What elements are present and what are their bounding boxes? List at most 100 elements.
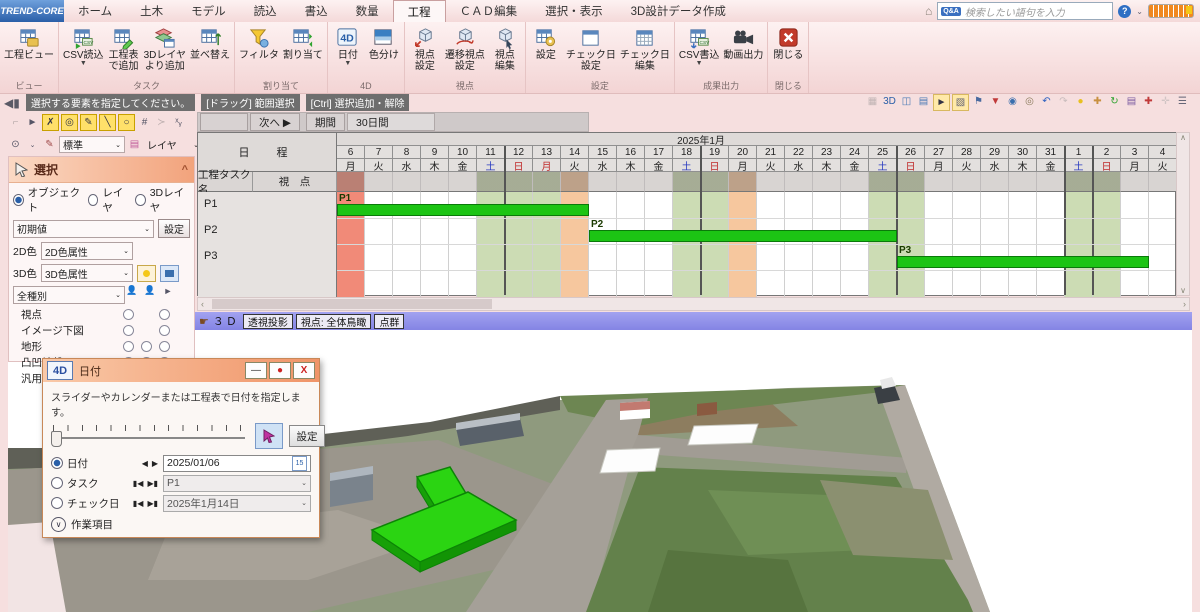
radio-3Dレイヤ[interactable] <box>135 194 146 206</box>
layer-select[interactable]: レイヤ⌄ <box>144 137 202 152</box>
grid-snap-icon[interactable]: # <box>137 115 152 130</box>
step-back-icon[interactable]: ⌐ <box>8 115 23 130</box>
3d-view-icon[interactable]: 3D <box>882 94 897 109</box>
clock-icon[interactable]: ⊙ <box>8 137 23 152</box>
toggle-dot[interactable] <box>159 325 170 336</box>
lightbulb-toggle-icon[interactable] <box>137 265 156 282</box>
redo-icon[interactable]: ↷ <box>1056 94 1071 109</box>
search-box[interactable]: Q&A 検索したい語句を入力 <box>937 2 1113 20</box>
gantt-bar-P3[interactable] <box>897 256 1149 268</box>
gantt-bar-P1[interactable] <box>337 204 589 216</box>
pick-arrow-icon[interactable]: ► <box>25 115 40 130</box>
dropdown-arrow-icon[interactable]: ▼ <box>344 61 351 67</box>
tab-3D設計データ作成[interactable]: 3D設計データ作成 <box>617 0 740 22</box>
flag-icon[interactable]: ⚑ <box>971 94 986 109</box>
selection-panel-header[interactable]: 選択 ^ <box>9 157 194 183</box>
ribbon-button-閉じる[interactable]: 閉じる <box>770 23 806 62</box>
type-filter-select[interactable]: 全種別⌄ <box>13 286 125 304</box>
view-badge-視点: 全体鳥瞰[interactable]: 視点: 全体鳥瞰 <box>296 314 372 329</box>
dropdown-arrow-icon[interactable]: ▼ <box>696 61 703 67</box>
dropdown-arrow-icon[interactable]: ▼ <box>80 61 87 67</box>
refresh-icon[interactable]: ↻ <box>1107 94 1122 109</box>
checkdate-radio[interactable] <box>51 497 63 509</box>
tab-読込[interactable]: 読込 <box>240 0 291 22</box>
clock-dropdown-icon[interactable]: ⌄ <box>25 137 40 152</box>
select-zoom-icon[interactable]: ◎ <box>61 114 78 131</box>
view-badge-透視投影[interactable]: 透視投影 <box>243 314 293 329</box>
ribbon-button-チェック日編集[interactable]: チェック日 編集 <box>618 23 672 73</box>
close-icon[interactable]: X <box>293 362 315 379</box>
undo-icon[interactable]: ↶ <box>1039 94 1054 109</box>
task-radio[interactable] <box>51 477 63 489</box>
work-items-expander[interactable]: ∨ 作業項目 <box>43 513 319 536</box>
scroll-thumb[interactable] <box>212 299 492 309</box>
camera-icon[interactable]: ◉ <box>1005 94 1020 109</box>
tab-ホーム[interactable]: ホーム <box>64 0 126 22</box>
polyline-icon[interactable]: ≻ <box>154 115 169 130</box>
pan-icon[interactable]: ✛ <box>1158 94 1173 109</box>
help-dropdown-icon[interactable]: ⌄ <box>1136 7 1143 16</box>
tab-選択・表示[interactable]: 選択・表示 <box>531 0 617 22</box>
ribbon-button-割り当て[interactable]: 割り当て <box>281 23 325 62</box>
preset-select[interactable]: 初期値⌄ <box>13 220 154 238</box>
date-nav[interactable]: ◀▶ <box>141 459 159 468</box>
select-circle-icon[interactable]: ○ <box>118 114 135 131</box>
grid-icon[interactable]: ▦ <box>865 94 880 109</box>
collapse-icon[interactable]: ^ <box>182 164 188 176</box>
monitor-toggle-icon[interactable] <box>160 265 179 282</box>
ribbon-button-工程表で追加[interactable]: 工程表 で追加 <box>106 23 142 73</box>
app-logo-button[interactable]: TREND-CORE <box>0 0 64 22</box>
slider-thumb[interactable] <box>51 431 62 447</box>
tab-数量[interactable]: 数量 <box>342 0 393 22</box>
ribbon-button-CSV読込[interactable]: CSVCSV読込▼ <box>61 23 106 68</box>
toggle-dot[interactable] <box>123 309 134 320</box>
gantt-horizontal-scrollbar[interactable]: ‹ › <box>197 297 1190 311</box>
select-cursor-icon[interactable]: ► <box>933 94 950 111</box>
style-preset-select[interactable]: 標準⌄ <box>59 136 125 153</box>
dialog-settings-button[interactable]: 設定 <box>289 425 325 447</box>
ribbon-button-色分け[interactable]: 色分け <box>366 23 402 62</box>
task-name-P2[interactable]: P2 <box>204 224 217 236</box>
zoom-icon[interactable]: ◎ <box>1022 94 1037 109</box>
ribbon-button-視点設定[interactable]: 視点 設定 <box>407 23 443 73</box>
ribbon-button-視点編集[interactable]: 視点 編集 <box>487 23 523 73</box>
next-button[interactable]: 次へ ▶ <box>250 113 300 131</box>
select-pen-icon[interactable]: ✎ <box>80 114 97 131</box>
ribbon-button-設定[interactable]: 設定 <box>528 23 564 62</box>
task-name-P3[interactable]: P3 <box>204 250 217 262</box>
select-line-icon[interactable]: ╲ <box>99 114 116 131</box>
ribbon-button-チェック日設定[interactable]: チェック日 設定 <box>564 23 618 73</box>
checkdate-nav[interactable]: ▮◀▶▮ <box>132 499 159 508</box>
move-icon[interactable]: ✚ <box>1141 94 1156 109</box>
pick-from-schedule-button[interactable] <box>255 423 283 449</box>
filter-icon[interactable]: ▼ <box>988 94 1003 109</box>
lasso-select-icon[interactable]: ▧ <box>952 94 969 111</box>
period-value[interactable]: 30日間 <box>347 113 435 131</box>
select-x-icon[interactable]: ✗ <box>42 114 59 131</box>
gantt-chart[interactable]: 日 程 工程タスク名 視 点 2025年1月6月7火8水9木10金11土12日1… <box>197 132 1176 296</box>
ribbon-button-日付[interactable]: 4D日付▼ <box>330 23 366 68</box>
date-radio[interactable] <box>51 457 63 469</box>
task-combo[interactable]: P1⌄ <box>163 475 311 492</box>
calendar-icon[interactable]: 15 <box>292 456 307 471</box>
ribbon-button-動画出力[interactable]: 動画出力 <box>721 23 765 62</box>
period-button[interactable]: 期間 <box>306 113 345 131</box>
minimize-icon[interactable]: — <box>245 362 267 379</box>
help-icon[interactable]: ? <box>1118 5 1131 18</box>
date-slider[interactable] <box>53 437 245 439</box>
color2d-select[interactable]: 2D色属性⌄ <box>41 242 133 260</box>
layers-icon[interactable]: ▤ <box>1124 94 1139 109</box>
scroll-right-icon[interactable]: › <box>1183 298 1186 310</box>
panel-settings-button[interactable]: 設定 <box>158 219 190 238</box>
prev-button[interactable] <box>200 113 248 131</box>
record-icon[interactable]: ● <box>269 362 291 379</box>
3d-view-bar[interactable]: ☛ ３Ｄ 透視投影視点: 全体鳥瞰点群 <box>195 312 1192 330</box>
split-vertical-icon[interactable]: ◫ <box>899 94 914 109</box>
task-nav[interactable]: ▮◀▶▮ <box>132 479 159 488</box>
tab-モデル[interactable]: モデル <box>177 0 240 22</box>
panel-list-item-視点[interactable]: 視点 <box>9 306 194 322</box>
speaker-icon[interactable]: ◀▮ <box>4 96 20 110</box>
color3d-select[interactable]: 3D色属性⌄ <box>41 264 133 282</box>
xy-icon[interactable]: ˣᵧ <box>171 115 186 130</box>
light-icon[interactable]: ● <box>1073 94 1088 109</box>
